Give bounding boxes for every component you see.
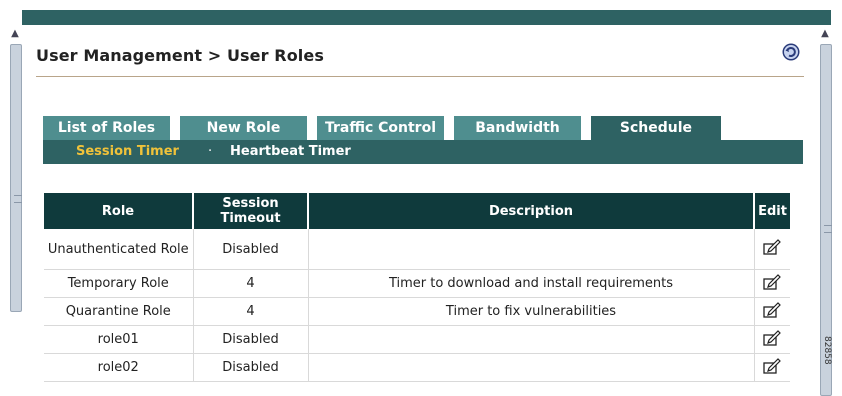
edit-icon[interactable] [763,357,782,374]
column-header-role: Role [44,193,194,229]
grip-icon [824,225,832,233]
table-row: role02 Disabled [44,353,790,382]
subtab-bar: Session Timer · Heartbeat Timer [43,140,803,164]
title-divider [36,76,804,77]
tab-traffic-control[interactable]: Traffic Control [317,116,444,140]
edit-icon[interactable] [763,329,782,346]
scrollbar-thumb[interactable] [10,44,22,312]
role-description [308,229,755,270]
session-timeout: Disabled [193,229,309,270]
subtab-heartbeat-timer[interactable]: Heartbeat Timer [230,140,351,164]
edit-cell [754,325,790,354]
session-timeout: Disabled [193,325,309,354]
role-description: Timer to fix vulnerabilities [308,297,755,326]
session-timeout: 4 [193,269,309,298]
role-description [308,353,755,382]
role-description: Timer to download and install requiremen… [308,269,755,298]
scroll-up-arrow-icon[interactable]: ▲ [819,28,831,40]
session-timeout: 4 [193,297,309,326]
edit-cell [754,269,790,298]
edit-icon[interactable] [763,273,782,290]
role-name: Unauthenticated Role [44,229,194,270]
table-row: role01 Disabled [44,325,790,354]
role-name: role02 [44,353,194,382]
column-header-session-timeout: Session Timeout [193,193,309,229]
grip-icon [14,195,22,203]
role-name: role01 [44,325,194,354]
column-header-description: Description [308,193,755,229]
edit-icon[interactable] [763,301,782,318]
left-scrollbar[interactable]: ▲ [8,26,22,378]
top-bar [22,10,831,25]
tab-list-of-roles[interactable]: List of Roles [43,116,170,140]
roles-table: Role Session Timeout Description Edit Un… [44,193,790,382]
edit-cell [754,353,790,382]
scroll-up-arrow-icon[interactable]: ▲ [9,28,21,40]
column-header-edit: Edit [754,193,790,229]
page-title: User Management > User Roles [36,46,324,65]
refresh-icon[interactable] [781,42,801,62]
table-row: Quarantine Role 4 Timer to fix vulnerabi… [44,297,790,326]
role-description [308,325,755,354]
table-row: Unauthenticated Role Disabled [44,229,790,270]
edit-icon[interactable] [763,239,782,255]
subtab-separator: · [208,144,213,159]
tab-new-role[interactable]: New Role [180,116,307,140]
table-header-row: Role Session Timeout Description Edit [44,193,790,229]
table-row: Temporary Role 4 Timer to download and i… [44,269,790,298]
edit-cell [754,297,790,326]
right-scrollbar[interactable]: ▲ [818,26,832,396]
role-name: Temporary Role [44,269,194,298]
tab-bandwidth[interactable]: Bandwidth [454,116,581,140]
edit-cell [754,229,790,270]
subtab-session-timer[interactable]: Session Timer [76,140,179,164]
tab-schedule[interactable]: Schedule [591,116,721,140]
figure-code: 82858 [822,336,832,365]
session-timeout: Disabled [193,353,309,382]
role-name: Quarantine Role [44,297,194,326]
